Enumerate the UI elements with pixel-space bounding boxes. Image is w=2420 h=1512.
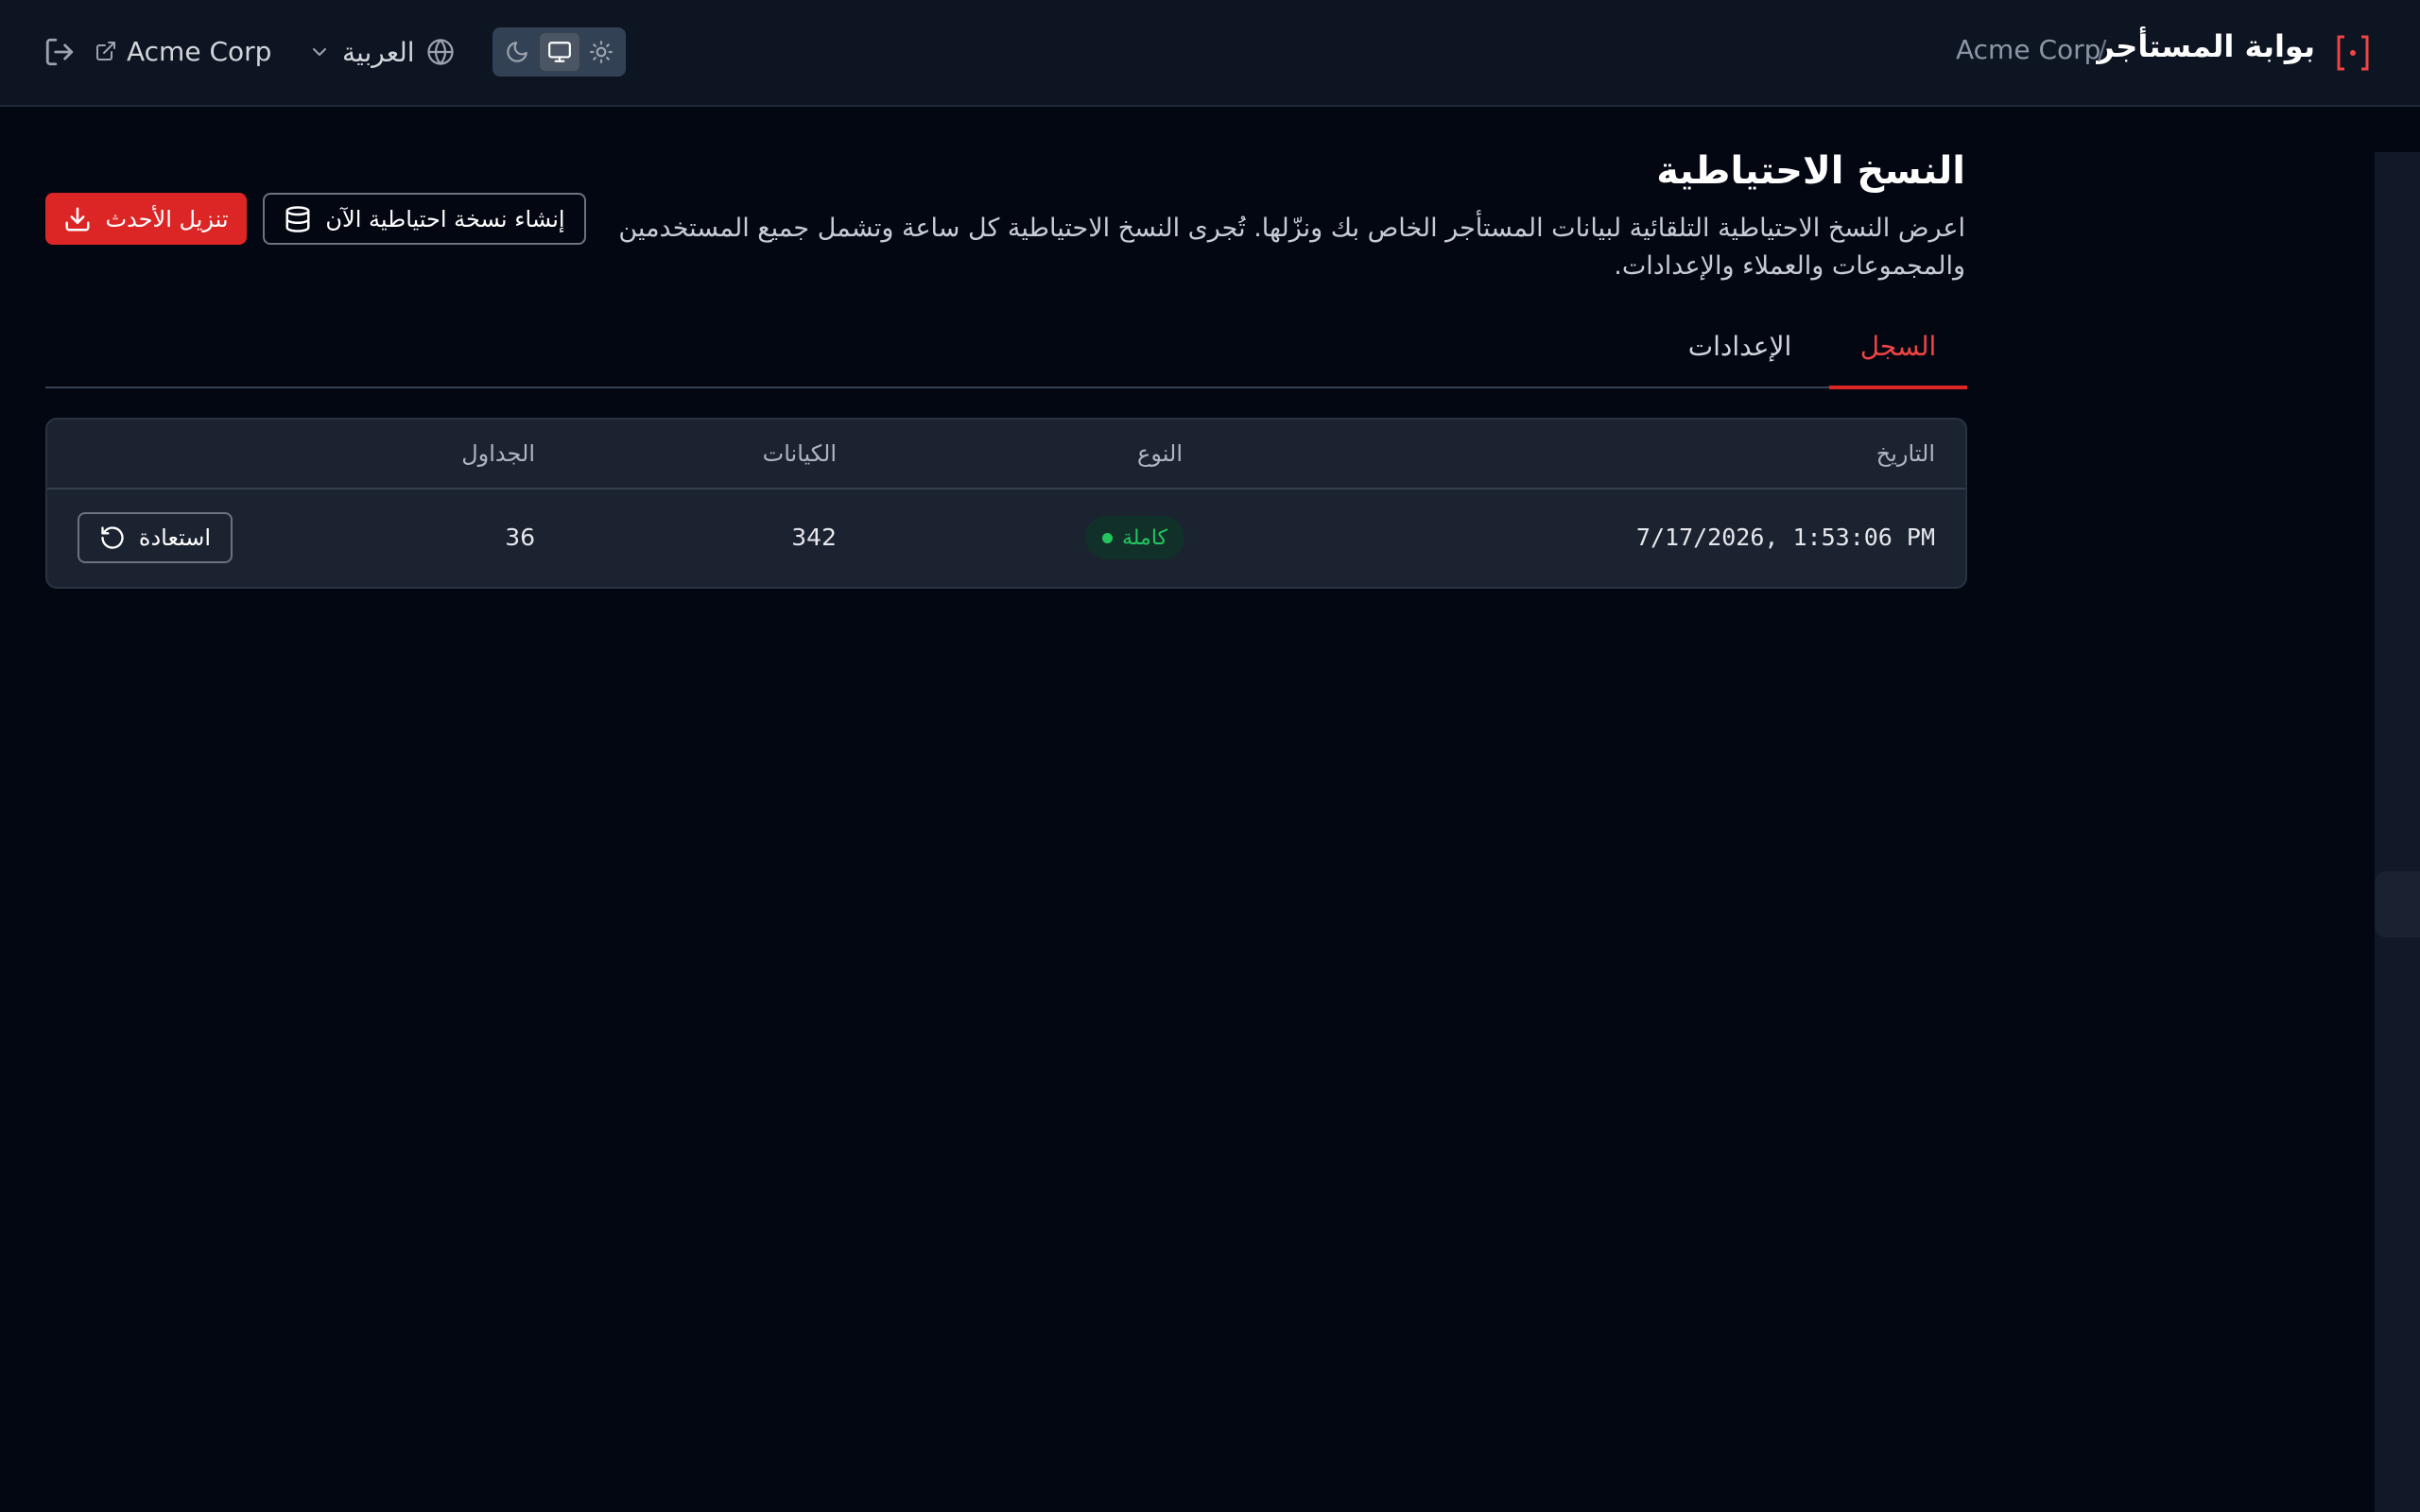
tab-log[interactable]: السجل — [1829, 331, 1967, 389]
tenant-external-link[interactable]: Acme Corp — [95, 32, 271, 70]
theme-dark-option[interactable] — [497, 33, 537, 71]
column-header-entities: الكيانات — [762, 440, 837, 467]
external-link-icon — [95, 40, 117, 62]
language-label: العربية — [342, 36, 415, 68]
breadcrumb-tenant: Acme Corp — [1956, 34, 2101, 65]
status-badge: كاملة — [1084, 516, 1184, 559]
sun-icon — [590, 41, 613, 63]
logout-icon — [45, 38, 74, 66]
tab-settings[interactable]: الإعدادات — [1673, 331, 1806, 389]
theme-toggle — [493, 27, 626, 77]
restore-label: استعادة — [138, 524, 212, 551]
tenant-link-label: Acme Corp — [127, 35, 272, 67]
monitor-icon — [547, 42, 571, 62]
column-header-tables: الجداول — [461, 440, 535, 467]
page-title: النسخ الاحتياطية — [1656, 149, 1965, 193]
bracket-dot-logo-icon — [2335, 34, 2371, 72]
download-icon — [65, 207, 90, 231]
top-bar: بوابة المستأجر / Acme Corp Acme Corp الع… — [0, 0, 2420, 107]
logout-button[interactable] — [43, 36, 76, 68]
side-scroll-thumb[interactable] — [2375, 871, 2420, 937]
backups-table: التاريخ النوع الكيانات الجداول 7/17/2026… — [45, 418, 1967, 589]
cell-tables: 36 — [505, 524, 535, 551]
create-backup-label: إنشاء نسخة احتياطية الآن — [325, 205, 565, 232]
column-header-date: التاريخ — [1876, 440, 1935, 467]
brand-title: بوابة المستأجر — [2097, 28, 2315, 64]
restore-button[interactable]: استعادة — [78, 512, 233, 563]
moon-icon — [507, 42, 527, 62]
download-latest-label: تنزيل الأحدث — [105, 205, 229, 232]
theme-system-option[interactable] — [539, 33, 579, 71]
badge-label: كاملة — [1121, 525, 1167, 550]
chevron-down-icon — [308, 41, 331, 63]
database-icon — [285, 205, 310, 232]
cell-entities: 342 — [791, 524, 837, 551]
create-backup-button[interactable]: إنشاء نسخة احتياطية الآن — [263, 193, 586, 245]
status-dot — [1101, 532, 1113, 543]
language-select[interactable]: العربية — [308, 32, 455, 72]
globe-icon — [426, 38, 455, 66]
theme-light-option[interactable] — [581, 33, 621, 71]
side-scroll-rail[interactable] — [2375, 152, 2420, 1512]
rotate-ccw-icon — [101, 526, 124, 549]
column-header-type: النوع — [1137, 440, 1183, 467]
page-description: اعرض النسخ الاحتياطية التلقائية لبيانات … — [618, 214, 1965, 281]
download-latest-button[interactable]: تنزيل الأحدث — [45, 193, 247, 245]
cell-date: 7/17/2026, 1:53:06 PM — [1635, 524, 1935, 551]
table-header: التاريخ النوع الكيانات الجداول — [47, 420, 1965, 490]
